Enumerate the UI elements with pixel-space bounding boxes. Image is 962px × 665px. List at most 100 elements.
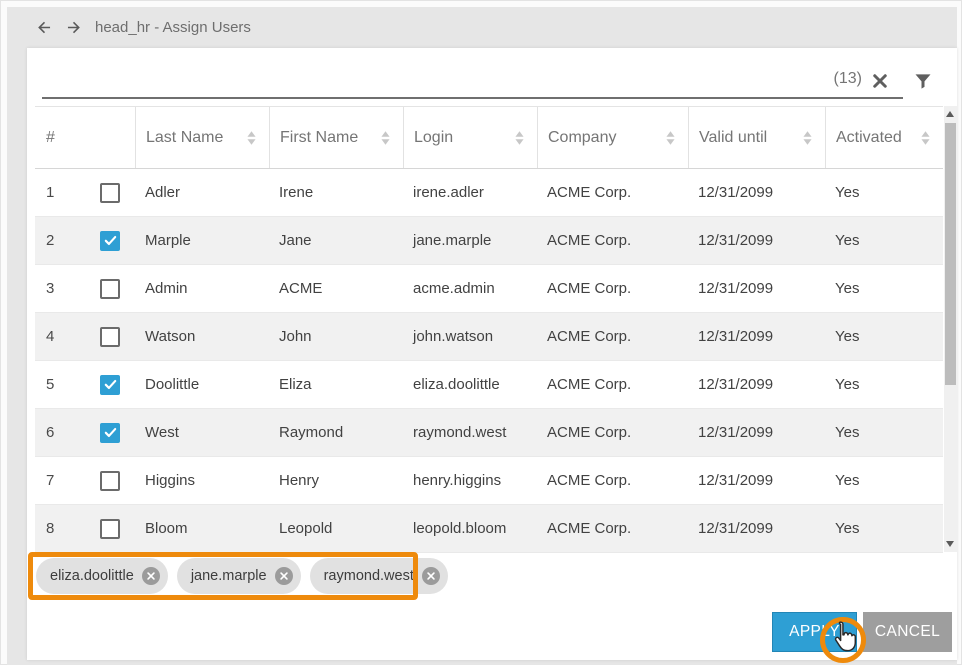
cell-first-name: John <box>269 313 403 360</box>
row-checkbox[interactable] <box>100 471 120 491</box>
cell-last-name: Admin <box>135 265 269 312</box>
table-row: 7HigginsHenryhenry.higginsACME Corp.12/3… <box>35 457 943 505</box>
sort-icon <box>666 131 675 145</box>
row-number: 7 <box>46 472 100 489</box>
cell-company: ACME Corp. <box>537 409 688 456</box>
cell-login: john.watson <box>403 313 537 360</box>
sort-icon <box>803 131 812 145</box>
column-header-login[interactable]: Login <box>403 107 537 168</box>
cell-activated: Yes <box>825 505 943 552</box>
chip-remove-button[interactable] <box>422 567 440 585</box>
table-row: 8BloomLeopoldleopold.bloomACME Corp.12/3… <box>35 505 943 553</box>
row-checkbox[interactable] <box>100 183 120 203</box>
row-number: 6 <box>46 424 100 441</box>
funnel-icon <box>913 71 933 91</box>
cell-row-number: 4 <box>35 313 135 360</box>
check-icon <box>103 425 118 440</box>
column-header-first-name[interactable]: First Name <box>269 107 403 168</box>
scroll-up-arrow-icon[interactable] <box>946 111 954 117</box>
cell-first-name: Jane <box>269 217 403 264</box>
cell-first-name: Leopold <box>269 505 403 552</box>
cell-last-name: Watson <box>135 313 269 360</box>
cell-last-name: Doolittle <box>135 361 269 408</box>
table-row: 2MarpleJanejane.marpleACME Corp.12/31/20… <box>35 217 943 265</box>
cell-row-number: 5 <box>35 361 135 408</box>
scrollbar-thumb[interactable] <box>945 123 956 385</box>
sort-icon <box>515 131 524 145</box>
dialog-title: head_hr - Assign Users <box>95 19 251 36</box>
cell-activated: Yes <box>825 313 943 360</box>
chip-remove-button[interactable] <box>275 567 293 585</box>
row-checkbox[interactable] <box>100 375 120 395</box>
cell-row-number: 1 <box>35 169 135 216</box>
cell-login: henry.higgins <box>403 457 537 504</box>
cell-activated: Yes <box>825 457 943 504</box>
dialog-backdrop: head_hr - Assign Users (13) #Last NameFi… <box>7 7 957 665</box>
cell-company: ACME Corp. <box>537 361 688 408</box>
column-label: Login <box>414 129 453 147</box>
row-checkbox[interactable] <box>100 327 120 347</box>
cell-valid-until: 12/31/2099 <box>688 409 825 456</box>
cell-last-name: Adler <box>135 169 269 216</box>
filter-funnel-button[interactable] <box>911 69 935 93</box>
cell-first-name: ACME <box>269 265 403 312</box>
cell-activated: Yes <box>825 361 943 408</box>
column-header-activated[interactable]: Activated <box>825 107 943 168</box>
column-header-valid-until[interactable]: Valid until <box>688 107 825 168</box>
selected-user-chip: raymond.west <box>310 558 448 594</box>
cancel-button[interactable]: CANCEL <box>863 612 952 652</box>
row-number: 2 <box>46 232 100 249</box>
cell-last-name: Marple <box>135 217 269 264</box>
dialog-titlebar: head_hr - Assign Users <box>7 7 957 48</box>
cell-company: ACME Corp. <box>537 457 688 504</box>
chip-x-icon <box>146 571 156 581</box>
cell-login: irene.adler <box>403 169 537 216</box>
selected-user-chip: eliza.doolittle <box>36 558 168 594</box>
chip-label: jane.marple <box>191 568 267 584</box>
back-arrow-icon[interactable] <box>34 18 54 38</box>
check-icon <box>103 377 118 392</box>
check-icon <box>103 233 118 248</box>
row-checkbox[interactable] <box>100 231 120 251</box>
cell-login: leopold.bloom <box>403 505 537 552</box>
cell-login: jane.marple <box>403 217 537 264</box>
row-number: 1 <box>46 184 100 201</box>
clear-x-icon <box>871 72 889 90</box>
cell-valid-until: 12/31/2099 <box>688 457 825 504</box>
column-header-company[interactable]: Company <box>537 107 688 168</box>
cell-activated: Yes <box>825 217 943 264</box>
cell-company: ACME Corp. <box>537 169 688 216</box>
table-header-row: #Last NameFirst NameLoginCompanyValid un… <box>35 106 943 169</box>
cell-company: ACME Corp. <box>537 313 688 360</box>
table-row: 3AdminACMEacme.adminACME Corp.12/31/2099… <box>35 265 943 313</box>
sort-icon <box>247 131 256 145</box>
apply-button[interactable]: APPLY <box>772 612 857 652</box>
cell-row-number: 6 <box>35 409 135 456</box>
filter-input[interactable] <box>42 60 903 99</box>
chip-x-icon <box>426 571 436 581</box>
column-label: Activated <box>836 129 902 147</box>
scroll-down-arrow-icon[interactable] <box>946 541 954 547</box>
result-count: (13) <box>807 70 862 88</box>
table-row: 1AdlerIreneirene.adlerACME Corp.12/31/20… <box>35 169 943 217</box>
chip-label: eliza.doolittle <box>50 568 134 584</box>
row-checkbox[interactable] <box>100 519 120 539</box>
forward-arrow-icon[interactable] <box>63 18 83 38</box>
row-checkbox[interactable] <box>100 279 120 299</box>
row-checkbox[interactable] <box>100 423 120 443</box>
table-row: 4WatsonJohnjohn.watsonACME Corp.12/31/20… <box>35 313 943 361</box>
chip-x-icon <box>279 571 289 581</box>
column-header-last-name[interactable]: Last Name <box>135 107 269 168</box>
clear-filter-button[interactable] <box>868 69 892 93</box>
cell-row-number: 3 <box>35 265 135 312</box>
row-number: 4 <box>46 328 100 345</box>
cell-valid-until: 12/31/2099 <box>688 169 825 216</box>
cell-company: ACME Corp. <box>537 265 688 312</box>
cell-activated: Yes <box>825 409 943 456</box>
column-label: Valid until <box>699 129 767 147</box>
vertical-scrollbar[interactable] <box>944 106 957 552</box>
screen: head_hr - Assign Users (13) #Last NameFi… <box>0 0 962 665</box>
cell-first-name: Raymond <box>269 409 403 456</box>
table-body: 1AdlerIreneirene.adlerACME Corp.12/31/20… <box>35 169 943 553</box>
chip-remove-button[interactable] <box>142 567 160 585</box>
